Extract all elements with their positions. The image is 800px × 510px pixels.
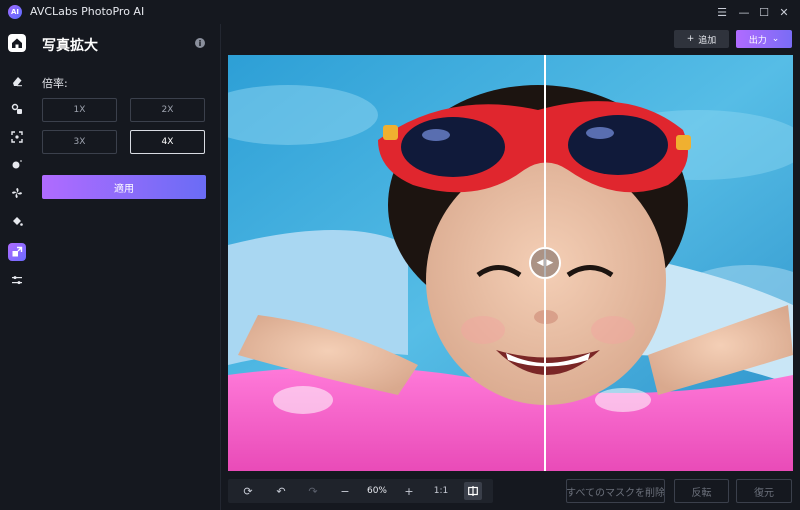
chevron-down-icon: ⌄ [771, 34, 780, 44]
app-title: AVCLabs PhotoPro AI [30, 5, 145, 18]
minimize-button[interactable]: — [736, 4, 752, 20]
add-button[interactable]: + 追加 [674, 30, 729, 48]
invert-button[interactable]: 反転 [674, 479, 729, 503]
eraser-icon [13, 77, 22, 87]
title-bar: AI AVCLabs PhotoPro AI ☰ — ☐ ✕ [0, 0, 800, 24]
undo-icon[interactable]: ↶ [272, 479, 290, 503]
maximize-button[interactable]: ☐ [756, 4, 772, 20]
rail-item-eraser[interactable] [8, 72, 26, 90]
panel-title: 写真拡大 [42, 38, 98, 54]
preview-photo [228, 55, 793, 471]
rail-item-adjust[interactable] [8, 271, 26, 289]
clear-masks-button[interactable]: すべてのマスクを削除 [566, 479, 665, 503]
scale-option-4x[interactable]: 4X [130, 130, 205, 154]
rail-item-home[interactable] [8, 34, 26, 52]
face-icon [12, 160, 22, 169]
replace-icon [11, 103, 22, 114]
enhance-icon [11, 131, 23, 143]
rail-item-face[interactable] [8, 156, 26, 174]
colorize-icon [13, 217, 23, 226]
scale-option-1x[interactable]: 1X [42, 98, 117, 122]
view-toolbar: ⟳ ↶ ↷ − 60% + 1:1 [228, 479, 493, 503]
image-canvas[interactable]: ◀ ▶ [228, 55, 793, 471]
zoom-in-icon[interactable]: + [400, 479, 418, 503]
split-view-icon [468, 486, 478, 496]
reset-icon[interactable]: ⟳ [238, 479, 258, 503]
scale-label: 倍率: [42, 77, 68, 90]
actual-size-button[interactable]: 1:1 [430, 479, 452, 503]
plus-icon: + [686, 34, 695, 44]
info-icon[interactable]: i [195, 38, 205, 48]
app-logo-icon: AI [8, 5, 22, 19]
scale-option-2x[interactable]: 2X [130, 98, 205, 122]
export-button[interactable]: 出力 ⌄ [736, 30, 792, 48]
redo-icon[interactable]: ↷ [304, 479, 322, 503]
export-button-label: 出力 [748, 35, 767, 46]
compare-toggle[interactable] [464, 482, 482, 500]
rail-item-enhance[interactable] [8, 128, 26, 146]
zoom-out-icon[interactable]: − [336, 479, 354, 503]
zoom-level: 60% [366, 486, 387, 496]
rail-item-upscale[interactable] [8, 243, 26, 261]
rail-item-colorize[interactable] [8, 212, 26, 230]
apply-button[interactable]: 適用 [42, 175, 206, 199]
scale-option-3x[interactable]: 3X [42, 130, 117, 154]
panel-divider [220, 24, 221, 510]
home-icon [12, 38, 22, 48]
upscale-icon [12, 246, 23, 257]
rail-item-replace[interactable] [8, 100, 26, 118]
restore-button[interactable]: 復元 [736, 479, 792, 503]
compare-drag-handle[interactable]: ◀ ▶ [529, 247, 561, 279]
menu-icon[interactable]: ☰ [714, 4, 730, 20]
tool-rail [0, 24, 34, 510]
close-button[interactable]: ✕ [776, 4, 792, 20]
rail-item-background[interactable] [8, 184, 26, 202]
add-button-label: 追加 [698, 35, 717, 46]
settings-panel: 写真拡大 i 倍率: 1X 2X 3X 4X 適用 [34, 24, 220, 510]
adjust-icon [12, 276, 22, 285]
background-icon [12, 188, 22, 198]
